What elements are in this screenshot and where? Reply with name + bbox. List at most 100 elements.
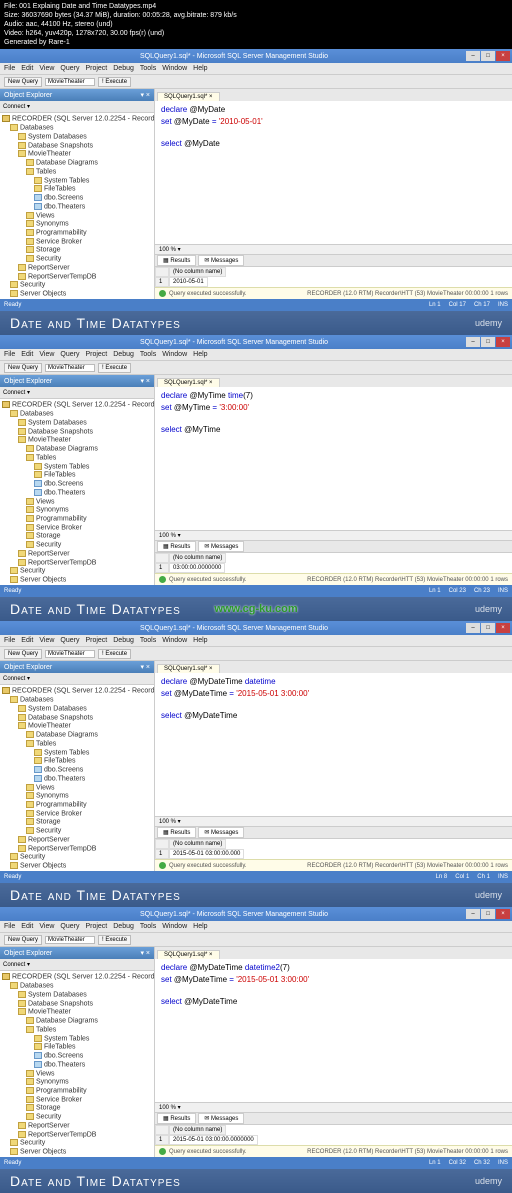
menu-item[interactable]: Project (85, 923, 107, 930)
menu-item[interactable]: Help (193, 637, 207, 644)
tree-item[interactable]: MovieTheater (2, 1008, 152, 1017)
tree-item[interactable]: Storage (2, 818, 152, 827)
tree-item[interactable]: Synonyms (2, 220, 152, 229)
menu-item[interactable]: Tools (140, 923, 156, 930)
code-editor[interactable]: declare @MyDateset @MyDate = '2010-05-01… (155, 101, 512, 244)
tree-item[interactable]: Security (2, 853, 152, 862)
tree-item[interactable]: Service Broker (2, 524, 152, 533)
tree-item[interactable]: Security (2, 541, 152, 550)
execute-button[interactable]: ! Execute (98, 77, 131, 87)
tree-item[interactable]: RECORDER (SQL Server 12.0.2254 - Recorde… (2, 687, 152, 696)
maximize-button[interactable]: □ (481, 623, 495, 633)
maximize-button[interactable]: □ (481, 909, 495, 919)
menu-item[interactable]: Edit (21, 65, 33, 72)
connect-button[interactable]: Connect ▾ (3, 675, 30, 682)
menu-item[interactable]: Project (85, 637, 107, 644)
menu-item[interactable]: Window (162, 65, 187, 72)
tree-item[interactable]: Databases (2, 410, 152, 419)
tree-item[interactable]: MovieTheater (2, 150, 152, 159)
tree-item[interactable]: dbo.Theaters (2, 489, 152, 498)
menu-item[interactable]: Edit (21, 351, 33, 358)
tree-item[interactable]: Replication (2, 585, 152, 586)
tree-item[interactable]: Storage (2, 532, 152, 541)
tree-item[interactable]: Security (2, 255, 152, 264)
close-button[interactable]: × (496, 623, 510, 633)
tree-item[interactable]: Database Snapshots (2, 428, 152, 437)
tree-item[interactable]: Security (2, 827, 152, 836)
tree-item[interactable]: System Databases (2, 133, 152, 142)
tree-item[interactable]: Server Objects (2, 290, 152, 299)
tree-item[interactable]: Views (2, 1070, 152, 1079)
tree-item[interactable]: Storage (2, 1104, 152, 1113)
tree-item[interactable]: Database Diagrams (2, 445, 152, 454)
tree-item[interactable]: dbo.Theaters (2, 775, 152, 784)
tree-item[interactable]: ReportServer (2, 836, 152, 845)
tree-item[interactable]: Database Diagrams (2, 1017, 152, 1026)
tree-item[interactable]: ReportServerTempDB (2, 559, 152, 568)
pin-icon[interactable]: ▾ × (140, 91, 150, 99)
result-cell[interactable]: 2015-05-01 03:00:00.0000000 (169, 1135, 258, 1145)
connect-button[interactable]: Connect ▾ (3, 103, 30, 110)
tree-item[interactable]: Synonyms (2, 792, 152, 801)
menu-item[interactable]: File (4, 65, 15, 72)
menu-item[interactable]: Edit (21, 637, 33, 644)
code-editor[interactable]: declare @MyDateTime datetime2(7)set @MyD… (155, 959, 512, 1102)
menu-item[interactable]: Debug (113, 637, 134, 644)
new-query-button[interactable]: New Query (4, 649, 42, 659)
tree-item[interactable]: Replication (2, 871, 152, 872)
code-editor[interactable]: declare @MyDateTime datetimeset @MyDateT… (155, 673, 512, 816)
close-button[interactable]: × (496, 909, 510, 919)
tree-item[interactable]: Databases (2, 982, 152, 991)
result-cell[interactable]: 2015-05-01 03:00:00.000 (169, 849, 244, 859)
messages-tab[interactable]: ✉ Messages (198, 827, 244, 838)
tree-item[interactable]: RECORDER (SQL Server 12.0.2254 - Recorde… (2, 401, 152, 410)
tree-item[interactable]: Tables (2, 1026, 152, 1035)
menu-item[interactable]: Debug (113, 351, 134, 358)
tree-item[interactable]: Programmability (2, 1087, 152, 1096)
messages-tab[interactable]: ✉ Messages (198, 255, 244, 266)
maximize-button[interactable]: □ (481, 337, 495, 347)
tree-item[interactable]: System Databases (2, 991, 152, 1000)
connect-button[interactable]: Connect ▾ (3, 389, 30, 396)
menu-item[interactable]: Query (60, 65, 79, 72)
tree-item[interactable]: Replication (2, 1157, 152, 1158)
tree-item[interactable]: FileTables (2, 757, 152, 766)
result-cell[interactable]: 03:00:00.0000000 (169, 563, 225, 573)
new-query-button[interactable]: New Query (4, 77, 42, 87)
menu-item[interactable]: Debug (113, 923, 134, 930)
maximize-button[interactable]: □ (481, 51, 495, 61)
menu-item[interactable]: Debug (113, 65, 134, 72)
messages-tab[interactable]: ✉ Messages (198, 541, 244, 552)
tree-item[interactable]: ReportServerTempDB (2, 273, 152, 282)
tree-item[interactable]: ReportServer (2, 1122, 152, 1131)
tree-item[interactable]: System Tables (2, 1035, 152, 1044)
tree-item[interactable]: MovieTheater (2, 436, 152, 445)
tree-item[interactable]: System Tables (2, 749, 152, 758)
menu-item[interactable]: View (39, 65, 54, 72)
menu-item[interactable]: View (39, 923, 54, 930)
tree-item[interactable]: FileTables (2, 471, 152, 480)
tree-item[interactable]: System Databases (2, 705, 152, 714)
close-button[interactable]: × (496, 51, 510, 61)
tree-item[interactable]: dbo.Theaters (2, 1061, 152, 1070)
menu-item[interactable]: View (39, 637, 54, 644)
database-select[interactable]: MovieTheater (45, 936, 95, 944)
menu-item[interactable]: Tools (140, 65, 156, 72)
messages-tab[interactable]: ✉ Messages (198, 1113, 244, 1124)
tree-item[interactable]: Database Diagrams (2, 159, 152, 168)
tree-item[interactable]: Tables (2, 168, 152, 177)
menu-item[interactable]: View (39, 351, 54, 358)
menu-item[interactable]: Query (60, 351, 79, 358)
tree-item[interactable]: Programmability (2, 515, 152, 524)
tree-item[interactable]: Tables (2, 740, 152, 749)
tree-item[interactable]: Synonyms (2, 1078, 152, 1087)
tree-item[interactable]: Views (2, 784, 152, 793)
tree-item[interactable]: Replication (2, 299, 152, 300)
menu-item[interactable]: Help (193, 65, 207, 72)
database-select[interactable]: MovieTheater (45, 78, 95, 86)
menu-item[interactable]: Tools (140, 351, 156, 358)
tree-item[interactable]: Database Snapshots (2, 714, 152, 723)
editor-tab[interactable]: SQLQuery1.sql* × (157, 664, 220, 673)
tree-item[interactable]: ReportServer (2, 550, 152, 559)
editor-tab[interactable]: SQLQuery1.sql* × (157, 378, 220, 387)
